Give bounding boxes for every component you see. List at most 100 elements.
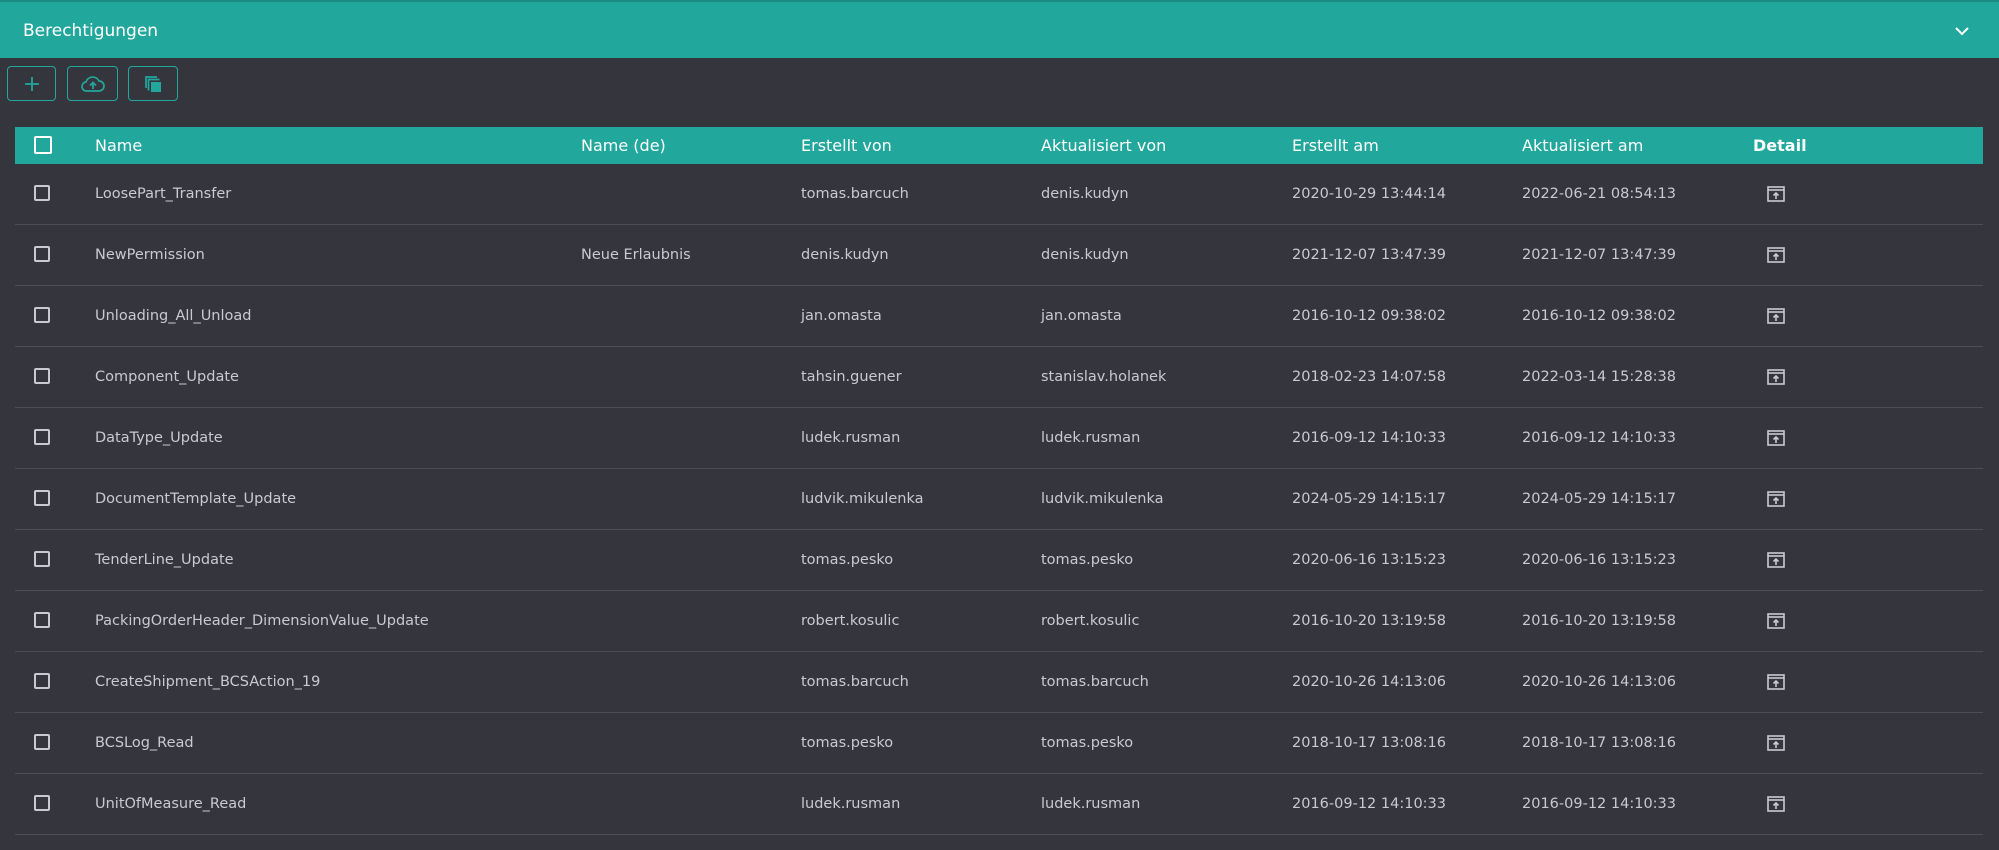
cell-updated-by: ludek.rusman <box>1041 430 1141 446</box>
cell-name: BCSLog_Read <box>95 735 194 751</box>
cell-created-by: robert.kosulic <box>801 613 900 629</box>
cell-updated-by: denis.kudyn <box>1041 247 1129 263</box>
panel-header[interactable]: Berechtigungen <box>0 0 1999 58</box>
column-header-created-at[interactable]: Erstellt am <box>1292 136 1379 155</box>
cell-updated-by: ludvik.mikulenka <box>1041 491 1164 507</box>
permissions-table: Name Name (de) Erstellt von Aktualisiert… <box>15 127 1983 835</box>
cell-updated-by: stanislav.holanek <box>1041 369 1167 385</box>
row-checkbox[interactable] <box>34 185 50 201</box>
table-row[interactable]: PackingOrderHeader_DimensionValue_Update… <box>15 591 1983 652</box>
select-all-checkbox[interactable] <box>34 136 52 154</box>
cell-updated-at: 2024-05-29 14:15:17 <box>1522 491 1676 507</box>
cell-created-by: tahsin.guener <box>801 369 902 385</box>
cell-name: LoosePart_Transfer <box>95 186 232 202</box>
table-row[interactable]: TenderLine_Update tomas.pesko tomas.pesko 2… <box>15 530 1983 591</box>
open-detail-icon[interactable] <box>1766 184 1786 204</box>
row-checkbox[interactable] <box>34 246 50 262</box>
cell-name-de: Neue Erlaubnis <box>581 247 691 263</box>
table-row[interactable]: LoosePart_Transfer tomas.barcuch denis.kud… <box>15 164 1983 225</box>
cell-name: DataType_Update <box>95 430 223 446</box>
open-detail-icon[interactable] <box>1766 245 1786 265</box>
cell-updated-at: 2016-10-12 09:38:02 <box>1522 308 1676 324</box>
table-row[interactable]: DocumentTemplate_Update ludvik.mikulenka l… <box>15 469 1983 530</box>
cell-created-by: tomas.pesko <box>801 552 894 568</box>
cell-created-by: ludek.rusman <box>801 430 901 446</box>
open-detail-icon[interactable] <box>1766 367 1786 387</box>
cell-created-at: 2016-09-12 14:10:33 <box>1292 796 1446 812</box>
cell-updated-by: denis.kudyn <box>1041 186 1129 202</box>
table-row[interactable]: BCSLog_Read tomas.pesko tomas.pesko 2018-10… <box>15 713 1983 774</box>
table-row[interactable]: UnitOfMeasure_Read ludek.rusman ludek.rusm… <box>15 774 1983 835</box>
cell-updated-at: 2021-12-07 13:47:39 <box>1522 247 1676 263</box>
cell-created-by: tomas.barcuch <box>801 674 909 690</box>
panel-title: Berechtigungen <box>23 21 159 41</box>
row-checkbox[interactable] <box>34 307 50 323</box>
open-detail-icon[interactable] <box>1766 428 1786 448</box>
row-checkbox[interactable] <box>34 795 50 811</box>
cell-updated-at: 2018-10-17 13:08:16 <box>1522 735 1676 751</box>
open-detail-icon[interactable] <box>1766 611 1786 631</box>
cell-updated-by: robert.kosulic <box>1041 613 1140 629</box>
add-button[interactable] <box>7 66 56 101</box>
cell-created-by: jan.omasta <box>801 308 882 324</box>
row-checkbox[interactable] <box>34 734 50 750</box>
cell-name: DocumentTemplate_Update <box>95 491 297 507</box>
cell-updated-at: 2016-09-12 14:10:33 <box>1522 796 1676 812</box>
table-row[interactable]: NewPermission Neue Erlaubnis denis.kudyn de… <box>15 225 1983 286</box>
cell-name: TenderLine_Update <box>95 552 234 568</box>
table-body: LoosePart_Transfer tomas.barcuch denis.kud… <box>15 164 1983 835</box>
cell-updated-by: tomas.barcuch <box>1041 674 1149 690</box>
table-row[interactable]: Component_Update tahsin.guener stanislav.h… <box>15 347 1983 408</box>
upload-button[interactable] <box>67 66 118 101</box>
cell-updated-at: 2020-10-26 14:13:06 <box>1522 674 1676 690</box>
plus-icon <box>24 76 39 91</box>
cell-created-at: 2021-12-07 13:47:39 <box>1292 247 1446 263</box>
cell-created-at: 2018-10-17 13:08:16 <box>1292 735 1446 751</box>
table-row[interactable]: CreateShipment_BCSAction_19 tomas.barcuch… <box>15 652 1983 713</box>
cell-created-by: tomas.pesko <box>801 735 894 751</box>
cell-updated-by: jan.omasta <box>1041 308 1122 324</box>
cell-created-at: 2020-10-29 13:44:14 <box>1292 186 1446 202</box>
cell-name: PackingOrderHeader_DimensionValue_Update <box>95 613 429 629</box>
cell-created-by: tomas.barcuch <box>801 186 909 202</box>
cell-name: UnitOfMeasure_Read <box>95 796 247 812</box>
cell-created-at: 2016-10-20 13:19:58 <box>1292 613 1446 629</box>
open-detail-icon[interactable] <box>1766 489 1786 509</box>
column-header-created-by[interactable]: Erstellt von <box>801 136 892 155</box>
row-checkbox[interactable] <box>34 490 50 506</box>
chevron-down-icon[interactable] <box>1953 22 1971 40</box>
cell-updated-by: tomas.pesko <box>1041 552 1134 568</box>
row-checkbox[interactable] <box>34 551 50 567</box>
cell-created-at: 2016-09-12 14:10:33 <box>1292 430 1446 446</box>
column-header-name-de[interactable]: Name (de) <box>581 136 666 155</box>
column-header-updated-at[interactable]: Aktualisiert am <box>1522 136 1643 155</box>
open-detail-icon[interactable] <box>1766 794 1786 814</box>
open-detail-icon[interactable] <box>1766 672 1786 692</box>
cell-updated-at: 2016-09-12 14:10:33 <box>1522 430 1676 446</box>
open-detail-icon[interactable] <box>1766 733 1786 753</box>
row-checkbox[interactable] <box>34 368 50 384</box>
cell-name: CreateShipment_BCSAction_19 <box>95 674 321 690</box>
row-checkbox[interactable] <box>34 429 50 445</box>
cell-created-at: 2020-06-16 13:15:23 <box>1292 552 1446 568</box>
cell-updated-at: 2022-03-14 15:28:38 <box>1522 369 1676 385</box>
cloud-upload-icon <box>80 75 105 92</box>
cell-updated-at: 2016-10-20 13:19:58 <box>1522 613 1676 629</box>
copy-button[interactable] <box>128 66 178 101</box>
open-detail-icon[interactable] <box>1766 550 1786 570</box>
cell-created-at: 2018-02-23 14:07:58 <box>1292 369 1446 385</box>
copy-icon <box>145 75 161 92</box>
column-header-name[interactable]: Name <box>95 136 142 155</box>
table-row[interactable]: Unloading_All_Unload jan.omasta jan.omasta… <box>15 286 1983 347</box>
row-checkbox[interactable] <box>34 673 50 689</box>
table-header: Name Name (de) Erstellt von Aktualisiert… <box>15 127 1983 164</box>
cell-name: Component_Update <box>95 369 239 385</box>
cell-created-at: 2020-10-26 14:13:06 <box>1292 674 1446 690</box>
row-checkbox[interactable] <box>34 612 50 628</box>
column-header-detail: Detail <box>1753 136 1807 155</box>
cell-created-at: 2024-05-29 14:15:17 <box>1292 491 1446 507</box>
cell-updated-at: 2022-06-21 08:54:13 <box>1522 186 1676 202</box>
column-header-updated-by[interactable]: Aktualisiert von <box>1041 136 1166 155</box>
table-row[interactable]: DataType_Update ludek.rusman ludek.rusman 2… <box>15 408 1983 469</box>
open-detail-icon[interactable] <box>1766 306 1786 326</box>
